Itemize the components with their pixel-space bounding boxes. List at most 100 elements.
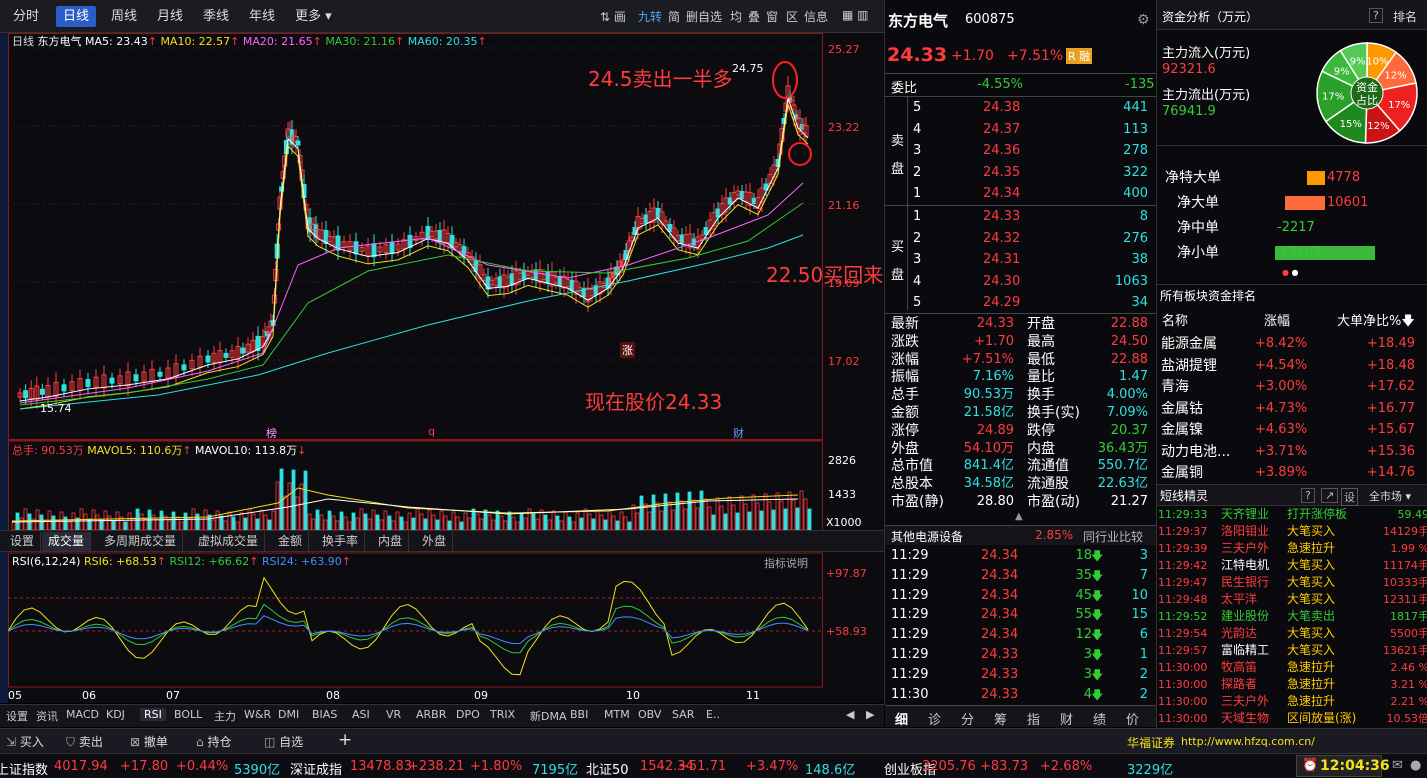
mid-tab-3[interactable]: 筹 bbox=[994, 709, 1007, 728]
tool-overlay[interactable]: 叠 bbox=[748, 8, 760, 25]
add-icon[interactable]: + bbox=[338, 730, 352, 750]
ask-price[interactable]: 24.38 bbox=[983, 98, 1020, 118]
grid-icon[interactable]: ▦ ▥ bbox=[842, 8, 869, 22]
help-button[interactable]: ? bbox=[1369, 8, 1383, 23]
sprite-stock[interactable]: 三夫户外 bbox=[1221, 540, 1269, 557]
tool-jiuzhuan[interactable]: 九转 bbox=[638, 8, 662, 25]
indicator-tab-6[interactable]: 主力 bbox=[214, 708, 236, 724]
ask-price[interactable]: 24.35 bbox=[983, 163, 1020, 183]
indicator-tab-9[interactable]: BIAS bbox=[312, 708, 337, 721]
cancel-order-action[interactable]: ⊠ 撤单 bbox=[130, 733, 168, 750]
gear-icon[interactable]: ⚙ bbox=[1137, 12, 1150, 28]
indicator-tab-19[interactable]: SAR bbox=[672, 708, 694, 721]
board-header-name[interactable]: 名称 bbox=[1162, 310, 1188, 329]
sprite-stock[interactable]: 太平洋 bbox=[1221, 591, 1257, 608]
scroll-left-icon[interactable]: ◀ bbox=[846, 708, 854, 721]
page-dots[interactable]: ● ● bbox=[1282, 268, 1299, 277]
mid-tab-4[interactable]: 指 bbox=[1027, 709, 1040, 728]
subtab-turnover[interactable]: 换手率 bbox=[316, 532, 366, 551]
fund-pie-chart[interactable]: 10% 12% 17% 12% 15% 17% 9%9% 资金占比 bbox=[1307, 34, 1427, 152]
rong-badge[interactable]: R 融 bbox=[1066, 48, 1093, 64]
period-tab-daily[interactable]: 日线 bbox=[56, 6, 97, 27]
indicator-tab-5[interactable]: BOLL bbox=[174, 708, 202, 721]
period-tab-quarterly[interactable]: 季线 bbox=[196, 6, 236, 27]
ask-price[interactable]: 24.37 bbox=[983, 120, 1020, 140]
notify-icon[interactable]: ✉ bbox=[1392, 758, 1403, 773]
index-name[interactable]: 上证指数 bbox=[0, 759, 48, 778]
bid-price[interactable]: 24.33 bbox=[983, 207, 1020, 227]
board-name[interactable]: 动力电池... bbox=[1161, 442, 1230, 462]
mid-tab-7[interactable]: 价 bbox=[1126, 709, 1139, 728]
indicator-tab-17[interactable]: MTM bbox=[604, 708, 630, 721]
sprite-stock[interactable]: 民生银行 bbox=[1221, 574, 1269, 591]
indicator-tab-20[interactable]: E.. bbox=[706, 708, 720, 721]
index-name[interactable]: 深证成指 bbox=[290, 759, 342, 778]
zhang-marker[interactable]: 涨 bbox=[620, 342, 635, 358]
tool-range[interactable]: 区 bbox=[786, 8, 798, 25]
sprite-stock[interactable]: 牧高笛 bbox=[1221, 659, 1257, 676]
ask-price[interactable]: 24.36 bbox=[983, 141, 1020, 161]
indicator-tab-10[interactable]: ASI bbox=[352, 708, 370, 721]
subtab-inner[interactable]: 内盘 bbox=[372, 532, 410, 551]
indicator-tab-4[interactable]: RSI bbox=[140, 708, 166, 721]
bid-price[interactable]: 24.31 bbox=[983, 250, 1020, 270]
tool-draw[interactable]: ⇅ 画 bbox=[600, 8, 626, 25]
tool-avg[interactable]: 均 bbox=[730, 8, 742, 25]
watchlist-action[interactable]: ◫ 自选 bbox=[264, 733, 303, 750]
sprite-settings-button[interactable]: 设 bbox=[1341, 488, 1358, 506]
mid-tab-1[interactable]: 诊 bbox=[928, 709, 941, 728]
indicator-tab-12[interactable]: ARBR bbox=[416, 708, 446, 721]
left-side-strip[interactable] bbox=[0, 33, 8, 703]
tool-window[interactable]: 窗 bbox=[766, 8, 778, 25]
indicator-help-link[interactable]: 指标说明 bbox=[764, 555, 808, 571]
broker-url[interactable]: http://www.hfzq.com.cn/ bbox=[1181, 735, 1315, 748]
subtab-virtual-volume[interactable]: 虚拟成交量 bbox=[192, 532, 266, 551]
index-name[interactable]: 北证50 bbox=[586, 759, 629, 778]
board-name[interactable]: 金属镍 bbox=[1161, 420, 1203, 440]
q-marker[interactable]: q bbox=[428, 425, 435, 438]
mid-tab-5[interactable]: 财 bbox=[1060, 709, 1073, 728]
indicator-tab-1[interactable]: 资讯 bbox=[36, 708, 58, 724]
board-name[interactable]: 金属钴 bbox=[1161, 399, 1203, 419]
indicator-tab-2[interactable]: MACD bbox=[66, 708, 99, 721]
sprite-stock[interactable]: 建业股份 bbox=[1221, 608, 1269, 625]
sprite-stock[interactable]: 探路者 bbox=[1221, 676, 1257, 693]
sprite-help-button[interactable]: ? bbox=[1301, 488, 1315, 503]
period-tab-more[interactable]: 更多 ▾ bbox=[288, 6, 339, 27]
sell-action[interactable]: ⛉ 卖出 bbox=[66, 733, 103, 750]
indicator-tab-13[interactable]: DPO bbox=[456, 708, 480, 721]
subtab-multi-volume[interactable]: 多周期成交量 bbox=[98, 532, 184, 551]
indicator-tab-0[interactable]: 设置 bbox=[6, 708, 28, 724]
collapse-icon[interactable]: ▲ bbox=[1015, 511, 1023, 522]
indicator-tab-16[interactable]: BBI bbox=[570, 708, 588, 721]
mid-tab-0[interactable]: 细 bbox=[895, 709, 908, 728]
tool-info[interactable]: 信息 bbox=[804, 8, 828, 25]
board-name[interactable]: 金属铜 bbox=[1161, 463, 1203, 483]
scroll-right-icon[interactable]: ▶ bbox=[866, 708, 874, 721]
indicator-tab-8[interactable]: DMI bbox=[278, 708, 299, 721]
board-header-pct[interactable]: 涨幅 bbox=[1264, 310, 1290, 329]
cai-marker[interactable]: 财 bbox=[733, 425, 744, 441]
period-tab-yearly[interactable]: 年线 bbox=[242, 6, 282, 27]
sprite-market-select[interactable]: 全市场 ▾ bbox=[1369, 488, 1411, 504]
ask-price[interactable]: 24.34 bbox=[983, 184, 1020, 204]
positions-action[interactable]: ⌂ 持仓 bbox=[196, 733, 231, 750]
sector-name[interactable]: 其他电源设备 bbox=[891, 528, 963, 545]
mid-tab-6[interactable]: 绩 bbox=[1093, 709, 1106, 728]
bid-price[interactable]: 24.29 bbox=[983, 293, 1020, 313]
board-name[interactable]: 青海 bbox=[1161, 377, 1189, 397]
mid-tab-2[interactable]: 分 bbox=[961, 709, 974, 728]
indicator-tab-18[interactable]: OBV bbox=[638, 708, 661, 721]
sprite-stock[interactable]: 光韵达 bbox=[1221, 625, 1257, 642]
board-name[interactable]: 能源金属 bbox=[1161, 334, 1217, 354]
board-name[interactable]: 盐湖提锂 bbox=[1161, 356, 1217, 376]
period-tab-weekly[interactable]: 周线 bbox=[104, 6, 144, 27]
bid-price[interactable]: 24.32 bbox=[983, 229, 1020, 249]
sprite-stock[interactable]: 洛阳钼业 bbox=[1221, 523, 1269, 540]
sprite-stock[interactable]: 江特电机 bbox=[1221, 557, 1269, 574]
indicator-tab-15[interactable]: 新DMA bbox=[530, 708, 567, 724]
indicator-tab-3[interactable]: KDJ bbox=[106, 708, 125, 721]
rank-button[interactable]: 排名 bbox=[1393, 8, 1417, 25]
sprite-stock[interactable]: 三夫户外 bbox=[1221, 693, 1269, 710]
period-tab-fenshi[interactable]: 分时 bbox=[6, 6, 46, 27]
